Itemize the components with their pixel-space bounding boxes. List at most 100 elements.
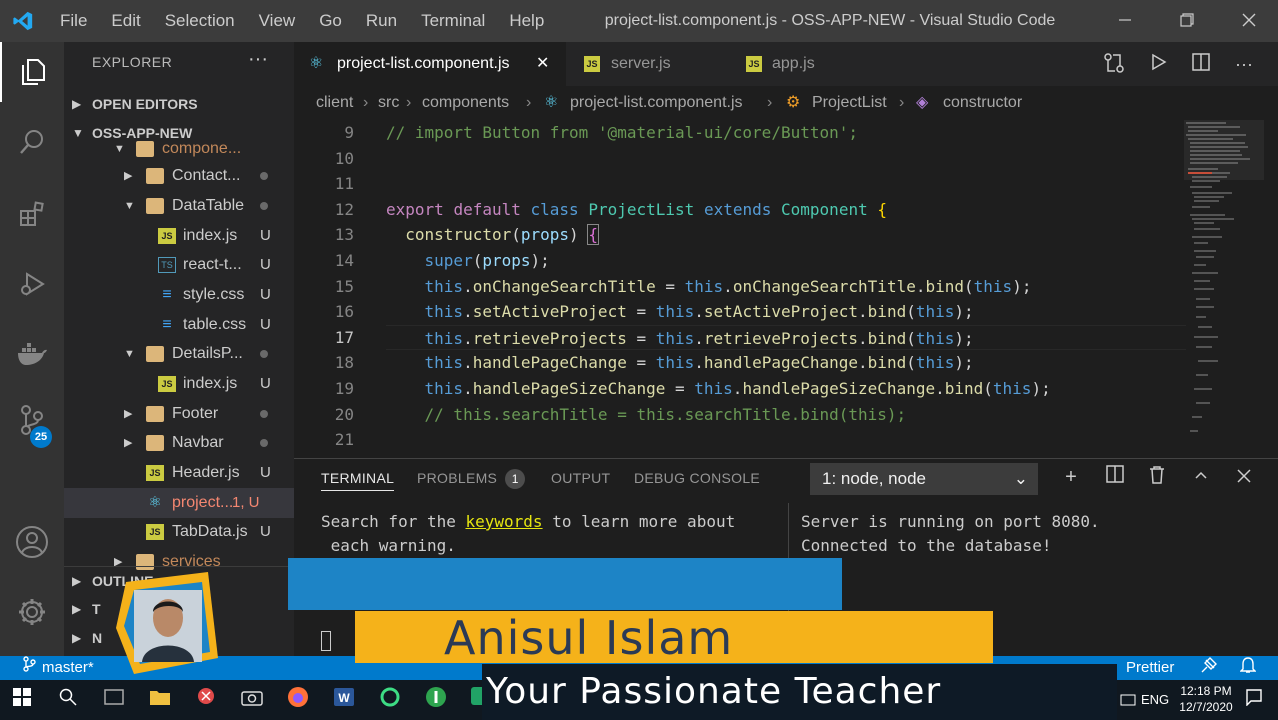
tree-item-footer[interactable]: ▶ Footer <box>64 399 294 429</box>
search-icon[interactable] <box>54 686 82 714</box>
tree-item-header-js[interactable]: JS Header.js U <box>64 458 294 488</box>
breadcrumb-item[interactable]: components <box>422 86 509 120</box>
tree-item-navbar[interactable]: ▶ Navbar <box>64 428 294 458</box>
account-button[interactable] <box>0 512 64 572</box>
tab-label: app.js <box>772 55 815 72</box>
tab-app-js[interactable]: JS app.js <box>726 42 876 86</box>
tab-label: project-list.component.js <box>337 55 510 72</box>
explorer-button[interactable] <box>0 42 64 102</box>
react-icon: ⚛ <box>148 494 162 511</box>
tree-item-index-js-2[interactable]: JS index.js U <box>64 369 294 399</box>
tab-terminal[interactable]: TERMINAL <box>321 465 395 491</box>
breadcrumb-item[interactable]: src <box>378 86 399 120</box>
compare-changes-icon[interactable] <box>1102 52 1126 76</box>
line-number: 13 <box>334 225 354 245</box>
chevron-right-icon: ▶ <box>124 170 133 182</box>
trash-icon[interactable] <box>1145 465 1169 489</box>
new-terminal-icon[interactable]: + <box>1059 465 1083 489</box>
tree-item-detailsp[interactable]: ▼ DetailsP... <box>64 339 294 369</box>
menu-terminal[interactable]: Terminal <box>409 0 497 42</box>
react-icon: ⚛ <box>308 55 324 72</box>
tree-item-project-list[interactable]: ⚛ project... 1, U <box>64 488 294 518</box>
js-icon: JS <box>146 524 164 540</box>
language-indicator[interactable]: ENG <box>1141 692 1169 707</box>
tree-item-label: index.js <box>183 227 238 244</box>
code-line: this.handlePageChange = this.handlePageC… <box>424 353 974 373</box>
menu-run[interactable]: Run <box>354 0 409 42</box>
tree-item-components[interactable]: ▼ compone... <box>64 134 294 164</box>
tree-item-react-t[interactable]: TS react-t... U <box>64 250 294 280</box>
run-debug-button[interactable] <box>0 254 64 314</box>
tab-problems[interactable]: PROBLEMS 1 <box>417 465 526 491</box>
restore-button[interactable] <box>1162 0 1212 42</box>
green-app-icon[interactable] <box>422 686 450 714</box>
run-icon[interactable] <box>1146 52 1170 76</box>
line-number: 20 <box>334 404 354 424</box>
close-icon[interactable]: ✕ <box>536 42 549 86</box>
minimap[interactable] <box>1184 120 1264 458</box>
refresh-app-icon[interactable] <box>376 686 404 714</box>
settings-gear-icon <box>19 599 45 625</box>
more-actions-icon[interactable]: ··· <box>1232 52 1256 76</box>
notifications-bell-icon[interactable] <box>1239 656 1257 682</box>
close-window-button[interactable] <box>1224 0 1274 42</box>
tab-output[interactable]: OUTPUT <box>551 465 610 491</box>
windows-start-icon[interactable] <box>8 686 36 714</box>
tree-item-index-js[interactable]: JS index.js U <box>64 221 294 251</box>
tree-item-style-css[interactable]: ≡ style.css U <box>64 280 294 310</box>
docker-button[interactable] <box>0 324 64 384</box>
git-status: U <box>260 464 271 481</box>
more-actions-icon[interactable]: ··· <box>248 48 268 71</box>
tab-server-js[interactable]: JS server.js <box>566 42 726 86</box>
action-center-icon[interactable] <box>1240 686 1268 714</box>
modified-dot <box>260 202 268 210</box>
code-line-current: this.retrieveProjects = this.retrievePro… <box>386 324 1186 351</box>
clock[interactable]: 12:18 PM 12/7/2020 <box>1178 683 1234 715</box>
code-editor[interactable]: 9 // import Button from '@material-ui/co… <box>294 120 1278 458</box>
file-explorer-icon[interactable] <box>146 686 174 714</box>
feedback-icon[interactable] <box>1200 656 1218 682</box>
keywords-link[interactable]: keywords <box>466 512 543 531</box>
menu-selection[interactable]: Selection <box>153 0 247 42</box>
close-panel-icon[interactable] <box>1232 465 1256 489</box>
split-terminal-icon[interactable] <box>1103 465 1127 489</box>
minimize-button[interactable] <box>1100 0 1150 42</box>
split-editor-icon[interactable] <box>1189 52 1213 76</box>
breadcrumb-item[interactable]: project-list.component.js <box>570 86 743 120</box>
task-view-icon[interactable] <box>100 686 128 714</box>
tree-item-contact[interactable]: ▶ Contact... <box>64 161 294 191</box>
terminal-select[interactable]: 1: node, node ⌄ <box>810 463 1038 495</box>
tree-item-table-css[interactable]: ≡ table.css U <box>64 310 294 340</box>
tab-debug-console[interactable]: DEBUG CONSOLE <box>634 465 760 491</box>
maximize-panel-icon[interactable] <box>1189 465 1213 489</box>
tab-project-list[interactable]: ⚛ project-list.component.js ✕ <box>294 42 566 86</box>
breadcrumb-item[interactable]: client <box>316 86 353 120</box>
open-editors-section[interactable]: ▶ OPEN EDITORS <box>64 90 294 118</box>
camera-app-icon[interactable] <box>238 686 266 714</box>
line-number: 19 <box>334 379 354 398</box>
firefox-icon[interactable] <box>284 686 312 714</box>
menu-view[interactable]: View <box>247 0 308 42</box>
branch-status[interactable]: master* <box>42 656 94 680</box>
breadcrumb-item[interactable]: ProjectList <box>812 86 887 120</box>
tree-item-datatable[interactable]: ▼ DataTable <box>64 191 294 221</box>
menu-help[interactable]: Help <box>497 0 556 42</box>
menu-go[interactable]: Go <box>307 0 354 42</box>
manage-button[interactable] <box>0 582 64 642</box>
extensions-button[interactable] <box>0 184 64 244</box>
terminal-cursor <box>321 631 331 651</box>
tree-item-tabdata-js[interactable]: JS TabData.js U <box>64 517 294 547</box>
breadcrumb-item[interactable]: constructor <box>943 86 1022 120</box>
keyboard-icon[interactable] <box>1114 686 1142 714</box>
run-debug-icon <box>21 272 45 296</box>
word-icon[interactable]: W <box>330 686 358 714</box>
clock-date: 12/7/2020 <box>1179 700 1233 714</box>
search-button[interactable] <box>0 112 64 172</box>
terminal-output-left[interactable]: Search for the keywords to learn more ab… <box>321 510 735 534</box>
menu-edit[interactable]: Edit <box>99 0 152 42</box>
menu-file[interactable]: File <box>48 0 99 42</box>
problems-count-badge: 1 <box>505 469 526 489</box>
snipping-tool-icon[interactable] <box>192 686 220 714</box>
open-editors-label: OPEN EDITORS <box>92 96 198 112</box>
terminal-text: Connected to the database! <box>801 536 1052 555</box>
